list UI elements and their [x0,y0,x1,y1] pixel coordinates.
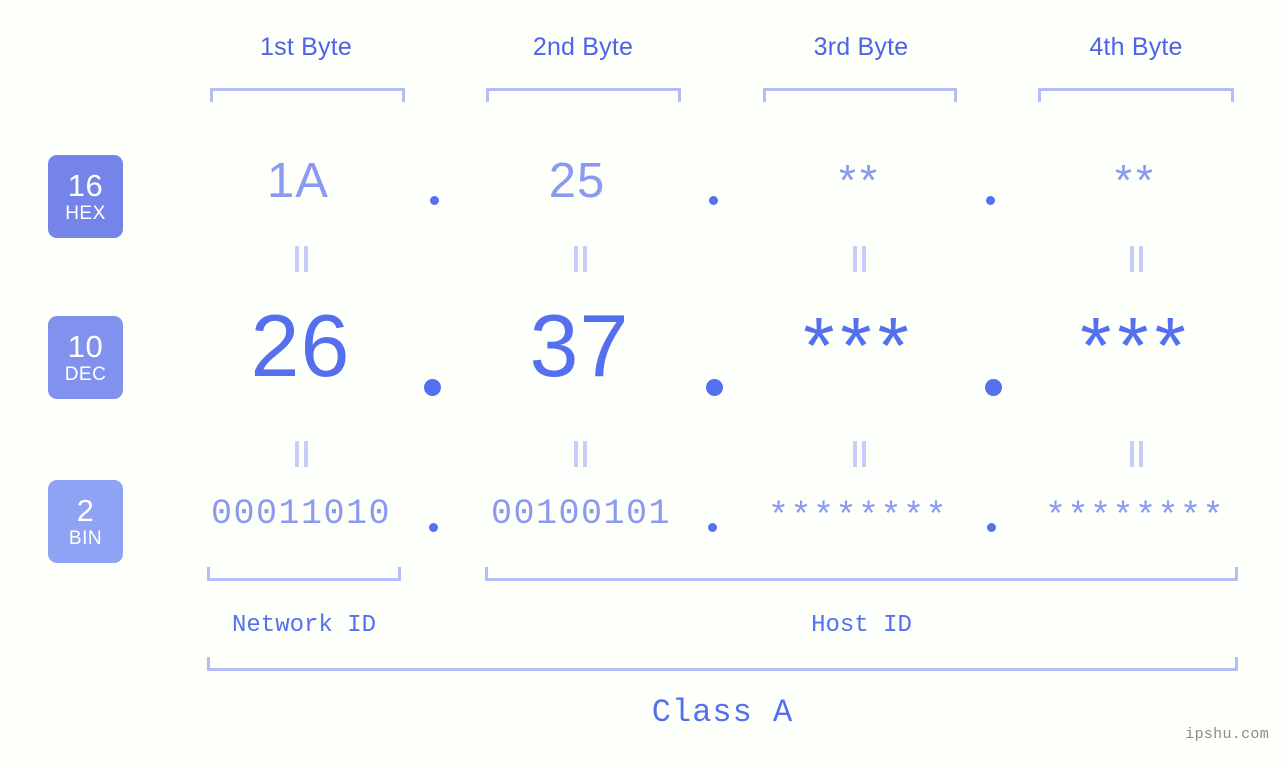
radix-badge-hex-number: 16 [67,168,104,203]
radix-badge-dec: 10 DEC [48,316,123,399]
dec-byte-1: 26 [250,296,351,395]
radix-badge-hex-abbr: HEX [65,203,106,224]
ip-byte-diagram: 1st Byte 2nd Byte 3rd Byte 4th Byte 16 H… [0,0,1285,767]
bin-dot-separator-2 [708,523,717,532]
dec-byte-2: 37 [529,296,630,395]
byte-bracket-top-1 [210,88,405,102]
byte-header-1: 1st Byte [260,33,352,61]
equals-marker-hex-dec-1 [294,246,309,272]
bin-dot-separator-3 [987,523,996,532]
equals-marker-dec-bin-4 [1129,441,1144,467]
bin-byte-3: ******** [767,497,949,537]
network-id-bracket [207,567,401,581]
host-id-bracket [485,567,1238,581]
equals-marker-hex-dec-4 [1129,246,1144,272]
class-bracket [207,657,1238,671]
equals-marker-dec-bin-1 [294,441,309,467]
bin-byte-1: 00011010 [210,494,392,534]
network-id-label: Network ID [231,612,377,639]
byte-bracket-top-4 [1038,88,1234,102]
hex-dot-separator-1 [430,196,439,205]
hex-dot-separator-3 [986,196,995,205]
dec-dot-separator-3 [985,379,1002,396]
bin-byte-2: 00100101 [490,494,672,534]
bin-dot-separator-1 [429,523,438,532]
hex-dot-separator-2 [709,196,718,205]
class-label: Class A [651,694,794,731]
radix-badge-bin: 2 BIN [48,480,123,563]
radix-badge-dec-abbr: DEC [64,364,107,385]
hex-byte-1: 1A [267,154,329,208]
watermark: ipshu.com [1185,726,1269,743]
bin-byte-4: ******** [1044,497,1226,537]
radix-badge-dec-number: 10 [67,329,104,364]
dec-dot-separator-2 [706,379,723,396]
dec-dot-separator-1 [424,379,441,396]
host-id-label: Host ID [811,612,912,639]
hex-byte-2: 25 [548,154,606,208]
equals-marker-hex-dec-3 [852,246,867,272]
equals-marker-dec-bin-3 [852,441,867,467]
hex-byte-4: ** [1114,156,1158,205]
dec-byte-3: *** [803,301,915,390]
byte-bracket-top-3 [763,88,957,102]
byte-header-4: 4th Byte [1089,33,1183,61]
equals-marker-hex-dec-2 [573,246,588,272]
dec-byte-4: *** [1080,301,1192,390]
radix-badge-hex: 16 HEX [48,155,123,238]
byte-header-3: 3rd Byte [813,33,909,61]
byte-header-2: 2nd Byte [532,33,634,61]
radix-badge-bin-abbr: BIN [68,528,103,549]
hex-byte-3: ** [838,156,882,205]
equals-marker-dec-bin-2 [573,441,588,467]
radix-badge-bin-number: 2 [76,493,95,528]
byte-bracket-top-2 [486,88,681,102]
